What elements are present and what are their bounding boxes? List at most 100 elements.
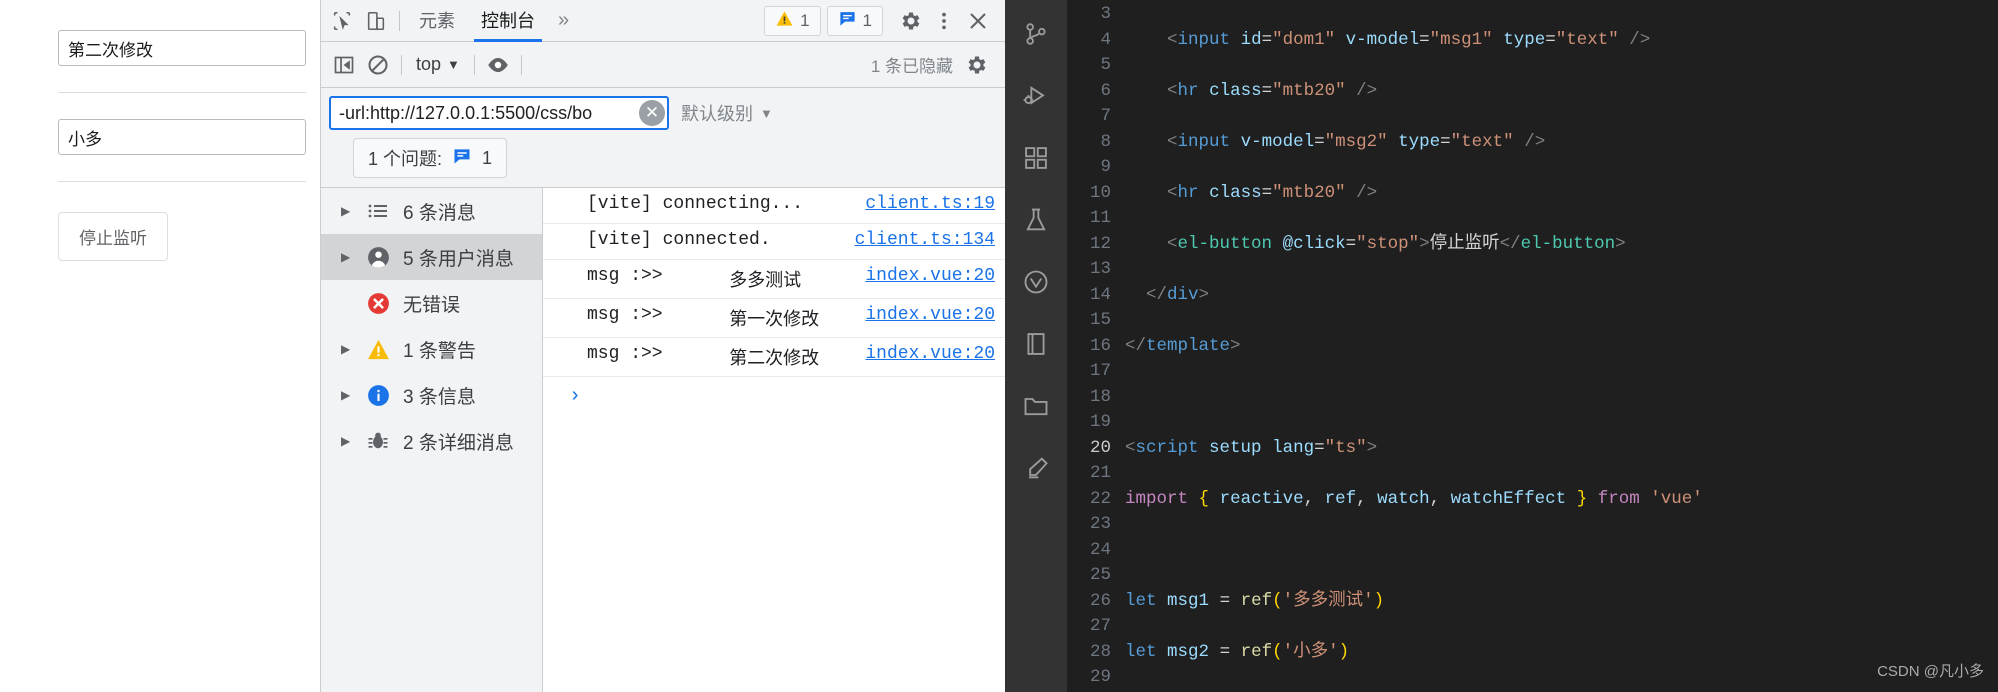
console-source-link[interactable]: index.vue:20 (865, 344, 995, 364)
warning-icon (365, 336, 391, 362)
filter-input-value: -url:http://127.0.0.1:5500/css/bo (339, 102, 593, 123)
sidebar-item-label: 1 条警告 (403, 340, 476, 362)
extensions-icon[interactable] (1014, 136, 1058, 180)
close-icon[interactable] (961, 6, 995, 36)
console-message-text: [vite] connected. (587, 230, 771, 250)
filter-input-wrapper[interactable]: -url:http://127.0.0.1:5500/css/bo ✕ (329, 96, 669, 130)
console-source-link[interactable]: index.vue:20 (865, 266, 995, 286)
line-number: 26 (1089, 590, 1111, 611)
line-number: 18 (1089, 386, 1111, 407)
chevron-right-icon[interactable]: ▶ (341, 250, 353, 264)
chevron-right-icon[interactable]: ▶ (341, 342, 353, 356)
console-row[interactable]: msg :>> 第一次修改 index.vue:20 (543, 299, 1005, 338)
vscode-editor[interactable]: 3 4 5 6 7 8 9 10 11 12 13 14 15 16 17 18 19 20 21 22 23 24 25 2… (1067, 0, 1998, 692)
clear-input-icon[interactable]: ✕ (639, 100, 665, 126)
execution-context-label: top (416, 54, 442, 74)
verbose-bug-icon (365, 428, 391, 454)
inspect-cursor-icon[interactable] (325, 6, 359, 36)
clear-console-icon[interactable] (361, 50, 395, 80)
line-number: 4 (1100, 29, 1111, 50)
warning-count-text: 1 (800, 10, 810, 30)
console-prompt-input[interactable] (543, 377, 1005, 408)
issues-button[interactable]: 1 个问题: 1 (353, 138, 508, 178)
console-output: [vite] connecting... client.ts:19 [vite]… (543, 188, 1005, 692)
console-message-value: 第二次修改 (729, 350, 820, 370)
line-number: 15 (1089, 310, 1111, 330)
tab-elements[interactable]: 元素 (406, 0, 468, 42)
chevron-double-right-icon[interactable]: » (548, 9, 579, 32)
issues-count: 1 (482, 147, 493, 168)
chevron-right-icon[interactable]: ▶ (341, 434, 353, 448)
sidebar-item-user-messages[interactable]: ▶ 5 条用户消息 (321, 234, 542, 280)
code-content: <input id="dom1" v-model="msg1" type="te… (1125, 29, 1703, 662)
info-count-badge[interactable]: 1 (826, 5, 883, 36)
issues-message-icon (838, 9, 857, 33)
console-sidebar: ▶ 6 条消息 ▶ 5 条用户消息 无错误 ▶ 1 条警告 ▶ 3 条信息 ▶ … (321, 188, 543, 692)
sidebar-item-label: 3 条信息 (403, 386, 476, 408)
console-row[interactable]: [vite] connecting... client.ts:19 (543, 188, 1005, 224)
gear-icon[interactable] (893, 6, 927, 36)
console-row[interactable]: [vite] connected. client.ts:134 (543, 224, 1005, 260)
sidebar-item-messages[interactable]: ▶ 6 条消息 (321, 188, 542, 234)
pen-icon[interactable] (1014, 446, 1058, 490)
code-area: 3 4 5 6 7 8 9 10 11 12 13 14 15 16 17 18 19 20 21 22 23 24 25 2… (1067, 0, 1998, 692)
device-toolbar-icon[interactable] (359, 6, 393, 36)
sidebar-item-errors[interactable]: 无错误 (321, 280, 542, 326)
line-number: 13 (1089, 259, 1111, 279)
console-source-link[interactable]: client.ts:19 (865, 194, 995, 214)
execution-context-selector[interactable]: top ▼ (408, 54, 468, 75)
line-number: 3 (1100, 4, 1111, 24)
log-level-selector[interactable]: 默认级别 ▼ (669, 100, 785, 126)
list-icon (365, 198, 391, 224)
chevron-right-icon[interactable]: ▶ (341, 388, 353, 402)
console-filter-row: -url:http://127.0.0.1:5500/css/bo ✕ 默认级别… (321, 88, 1005, 130)
console-settings-gear-icon[interactable] (959, 50, 993, 80)
console-row[interactable]: msg :>> 第二次修改 index.vue:20 (543, 338, 1005, 377)
sidebar-item-warnings[interactable]: ▶ 1 条警告 (321, 326, 542, 372)
line-number: 25 (1089, 565, 1111, 585)
console-row[interactable]: msg :>> 多多测试 index.vue:20 (543, 260, 1005, 299)
divider-1 (58, 92, 306, 93)
msg1-input[interactable] (58, 30, 306, 66)
sidebar-item-label: 2 条详细消息 (403, 432, 514, 454)
issues-message-icon (452, 146, 472, 171)
testing-icon[interactable] (1014, 198, 1058, 242)
chevron-right-icon[interactable]: ▶ (341, 204, 353, 218)
more-vertical-icon[interactable] (927, 6, 961, 36)
line-number: 16 (1089, 335, 1111, 356)
line-number: 24 (1089, 539, 1111, 560)
line-number: 29 (1089, 667, 1111, 687)
sidebar-item-verbose[interactable]: ▶ 2 条详细消息 (321, 418, 542, 464)
sidebar-item-label: 6 条消息 (403, 202, 476, 224)
show-console-sidebar-icon[interactable] (327, 50, 361, 80)
watermark-text: CSDN @凡小多 (1877, 662, 1984, 680)
line-number: 10 (1089, 182, 1111, 203)
line-number: 27 (1089, 616, 1111, 636)
tab-console[interactable]: 控制台 (468, 0, 548, 42)
devtools-tabbar: 元素 控制台 » 1 1 (321, 0, 1005, 42)
msg2-input[interactable] (58, 119, 306, 155)
user-icon (365, 244, 391, 270)
notebook-icon[interactable] (1014, 322, 1058, 366)
source-control-icon[interactable] (1014, 12, 1058, 56)
warning-count-badge[interactable]: 1 (764, 5, 821, 36)
console-source-link[interactable]: client.ts:134 (855, 230, 995, 250)
stop-watch-button[interactable]: 停止监听 (58, 212, 168, 261)
live-expression-icon[interactable] (481, 50, 515, 80)
sidebar-item-label: 5 条用户消息 (403, 248, 514, 270)
vscode-window: 3 4 5 6 7 8 9 10 11 12 13 14 15 16 17 18 19 20 21 22 23 24 25 2… (1005, 0, 1998, 692)
console-source-link[interactable]: index.vue:20 (865, 305, 995, 325)
error-icon (365, 290, 391, 316)
vue-icon[interactable] (1014, 260, 1058, 304)
run-and-debug-icon[interactable] (1014, 74, 1058, 118)
warning-icon (775, 9, 794, 33)
line-number: 19 (1089, 412, 1111, 432)
sidebar-item-info[interactable]: ▶ 3 条信息 (321, 372, 542, 418)
line-number: 11 (1089, 208, 1111, 228)
line-number-gutter: 3 4 5 6 7 8 9 10 11 12 13 14 15 16 17 18 19 20 21 22 23 24 25 2… (1067, 2, 1125, 692)
folder-icon[interactable] (1014, 384, 1058, 428)
toolbar-separator-3 (520, 54, 522, 75)
divider-2 (58, 181, 306, 182)
line-number: 6 (1100, 80, 1111, 101)
console-message-text: [vite] connecting... (587, 194, 804, 214)
